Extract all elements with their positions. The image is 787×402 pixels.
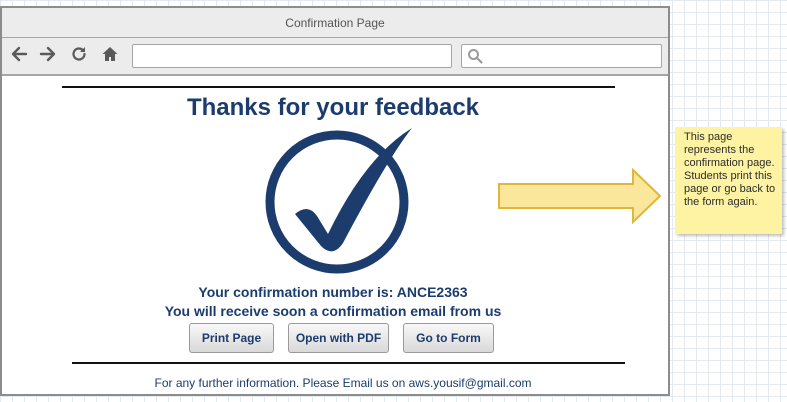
checkmark-circle-icon	[265, 128, 412, 274]
arrow-right-icon	[39, 46, 56, 62]
print-page-button[interactable]: Print Page	[189, 323, 274, 353]
sticky-note: This page represents the confirmation pa…	[675, 127, 782, 234]
url-input[interactable]	[132, 44, 452, 68]
window-title: Confirmation Page	[285, 15, 385, 30]
arrow-right-annotation-icon	[498, 168, 662, 224]
home-icon	[102, 47, 118, 61]
arrow-left-icon	[11, 46, 28, 62]
home-button[interactable]	[99, 45, 121, 67]
open-pdf-button[interactable]: Open with PDF	[288, 323, 389, 353]
email-notice-text: You will receive soon a confirmation ema…	[164, 303, 502, 319]
title-bar: Confirmation Page	[2, 8, 668, 38]
top-divider	[62, 86, 615, 88]
confirmation-number-text: Your confirmation number is: ANCE2363	[198, 284, 468, 300]
reload-icon	[72, 47, 86, 61]
footer-contact-text: For any further information. Please Emai…	[154, 376, 532, 390]
page-heading: Thanks for your feedback	[186, 94, 480, 121]
back-button[interactable]	[8, 45, 30, 67]
search-input[interactable]	[461, 44, 662, 68]
reload-button[interactable]	[68, 45, 90, 67]
magnifier-icon	[468, 49, 483, 64]
bottom-divider	[72, 362, 625, 364]
forward-button[interactable]	[37, 45, 59, 67]
navigation-bar	[2, 38, 668, 76]
go-to-form-button[interactable]: Go to Form	[403, 323, 494, 353]
